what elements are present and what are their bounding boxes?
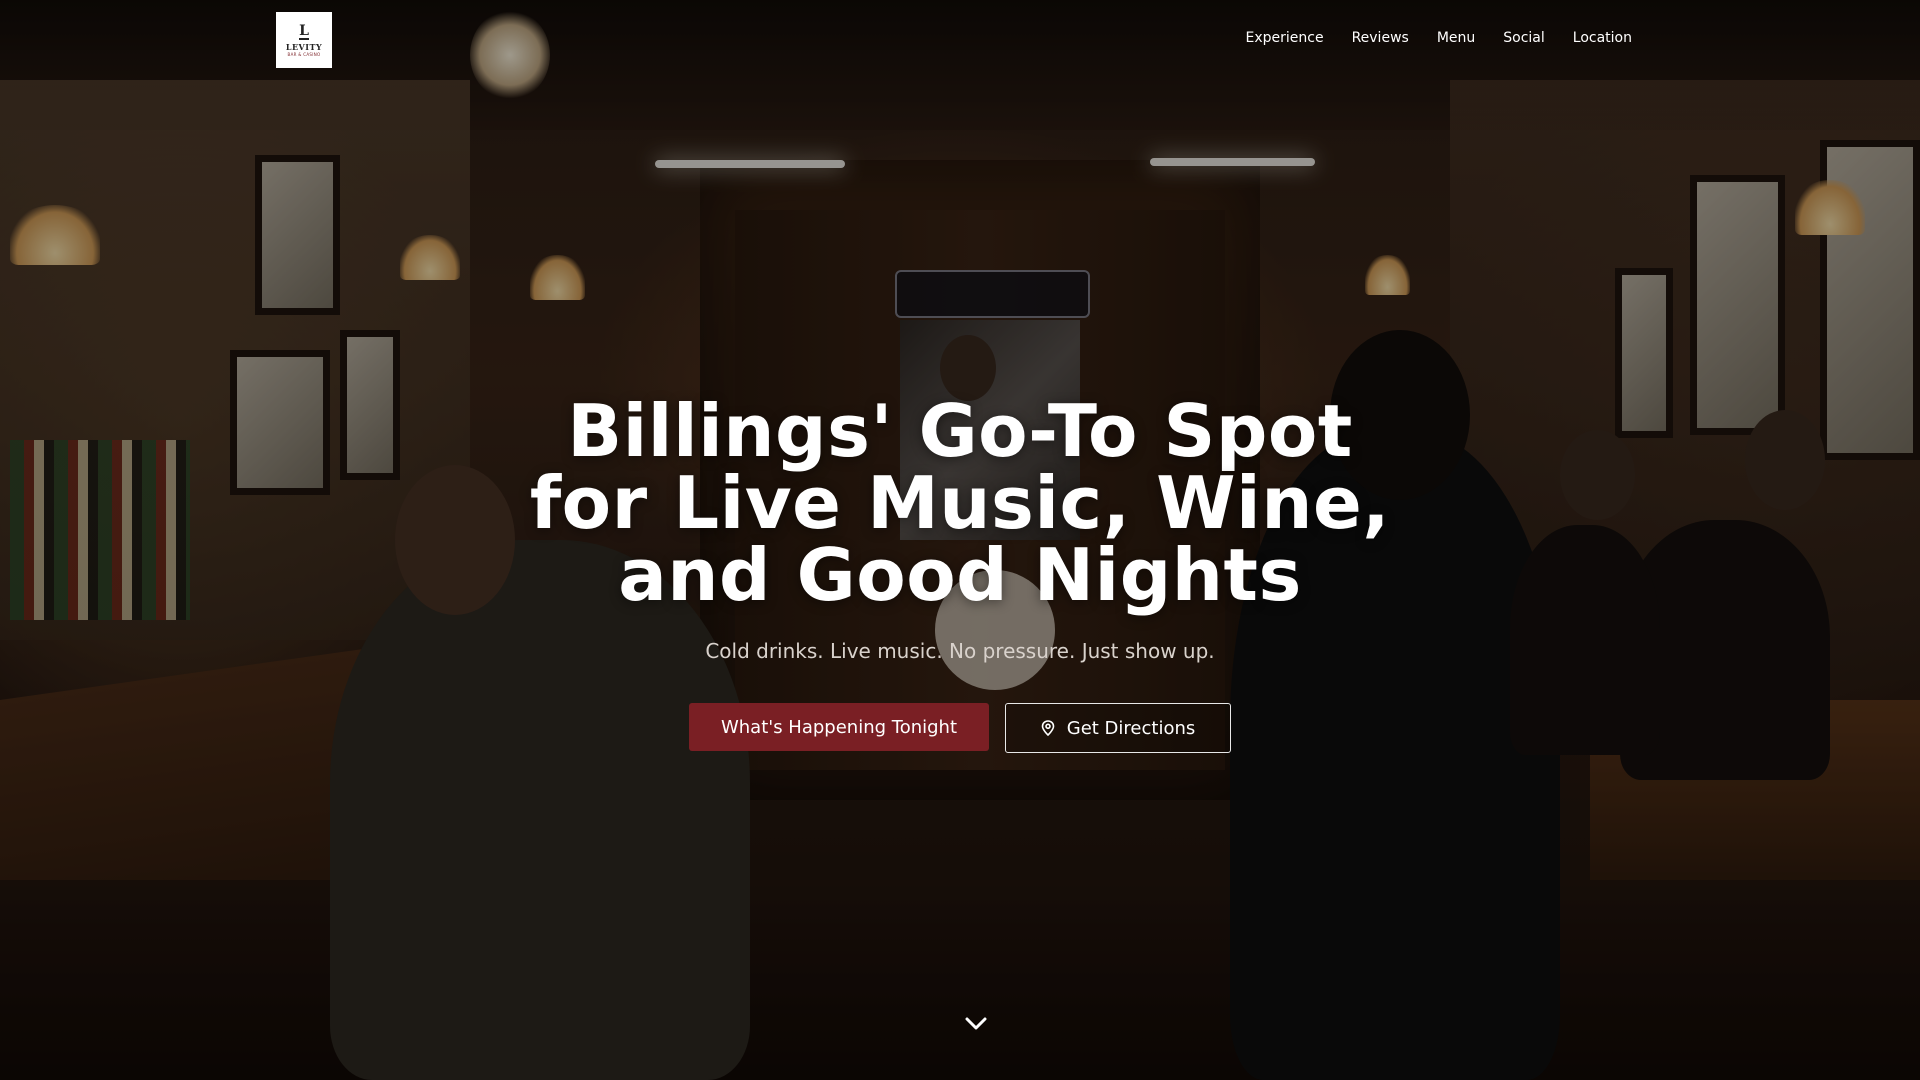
logo[interactable]: L LEVITY BAR & CASINO xyxy=(276,12,332,68)
get-directions-button[interactable]: Get Directions xyxy=(1005,703,1231,753)
hero-subtitle: Cold drinks. Live music. No pressure. Ju… xyxy=(705,639,1215,663)
hero-title-line: for Live Music, Wine, xyxy=(529,461,1391,545)
cta-row: What's Happening Tonight Get Directions xyxy=(0,703,1920,753)
nav-social[interactable]: Social xyxy=(1503,30,1545,46)
nav-menu[interactable]: Menu xyxy=(1437,30,1475,46)
logo-subtitle: BAR & CASINO xyxy=(287,51,321,57)
logo-name: LEVITY xyxy=(285,41,323,52)
chevron-down-icon[interactable] xyxy=(964,1014,988,1034)
get-directions-label: Get Directions xyxy=(1066,717,1196,739)
nav-location[interactable]: Location xyxy=(1573,30,1632,46)
hero-title: Billings' Go-To Spot for Live Music, Win… xyxy=(0,395,1920,611)
site-header: L LEVITY BAR & CASINO Experience Reviews… xyxy=(0,0,1920,80)
main-nav: Experience Reviews Menu Social Location xyxy=(1245,30,1632,46)
hero-title-line: and Good Nights xyxy=(618,533,1302,617)
nav-reviews[interactable]: Reviews xyxy=(1352,30,1409,46)
nav-experience[interactable]: Experience xyxy=(1245,30,1323,46)
hero-section: Billings' Go-To Spot for Live Music, Win… xyxy=(0,395,1920,753)
map-pin-icon xyxy=(1041,720,1055,736)
hero-title-line: Billings' Go-To Spot xyxy=(567,389,1353,473)
logo-mark: L xyxy=(299,22,309,40)
whats-happening-tonight-button[interactable]: What's Happening Tonight xyxy=(689,703,989,751)
